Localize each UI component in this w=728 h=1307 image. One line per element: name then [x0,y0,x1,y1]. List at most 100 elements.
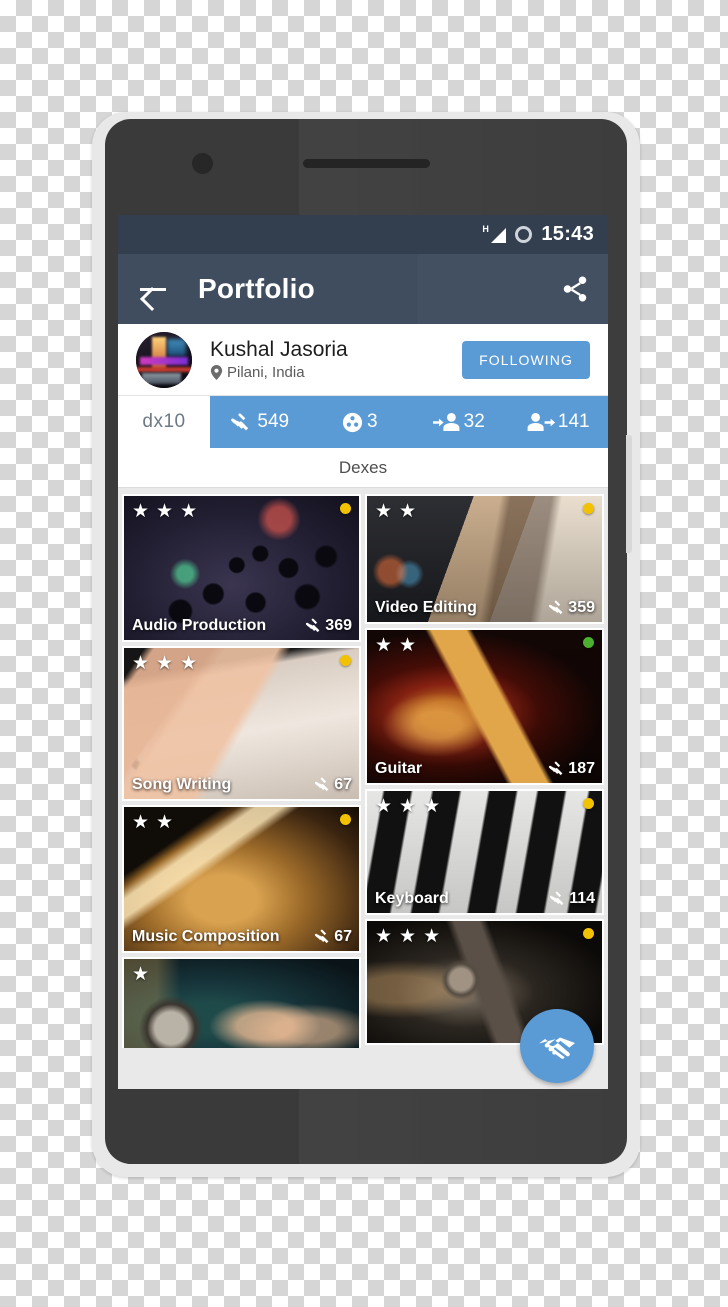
star-icon: ★ [132,812,150,833]
tab-dexes[interactable]: 3 [310,396,410,448]
star-icon: ★ [156,653,174,674]
dex-card-claps: 187 [548,759,595,778]
tab-followers[interactable]: 141 [509,396,609,448]
profile-location-label: Pilani, India [227,363,305,381]
star-icon: ★ [132,964,150,985]
dex-status-badge [583,928,594,939]
person-add-in-icon [432,413,460,431]
dex-rating-stars: ★ ★ [132,813,173,832]
dex-card[interactable]: ★ ★ ★ Audio Production 369 [122,494,361,642]
dex-card-title: Guitar [375,760,423,777]
star-icon: ★ [399,635,417,656]
dex-status-badge [583,503,594,514]
dex-rating-stars: ★ ★ ★ [132,502,197,521]
clock-label: 15:43 [541,223,594,245]
star-icon: ★ [156,812,174,833]
dex-rating-stars: ★ [132,965,149,984]
profile-name: Kushal Jasoria [210,337,348,361]
followers-count: 141 [557,411,590,432]
dex-status-badge [583,637,594,648]
dex-grid-column-right: ★ ★ Video Editing 359 ★ ★ Guitar 187 ★ ★ ★ Keyboard… [365,494,604,1048]
dex-card-claps: 359 [548,598,595,617]
dex-rating-stars: ★ ★ ★ [132,654,197,673]
dex-card-claps: 67 [314,775,352,794]
star-icon: ★ [375,926,393,947]
dex-grid: ★ ★ ★ Audio Production 369 ★ ★ ★ Song Writing 67 ★… [118,488,608,1048]
dex-card-title: Music Composition [132,928,280,945]
star-icon: ★ [180,501,198,522]
dex-card-claps: 114 [549,889,595,908]
dex-grid-column-left: ★ ★ ★ Audio Production 369 ★ ★ ★ Song Writing 67 ★… [122,494,361,1048]
dex-card-claps: 369 [305,616,352,635]
section-label: Dexes [338,457,388,477]
dex-rating-stars: ★ ★ [375,502,416,521]
star-icon: ★ [156,501,174,522]
dexes-count: 3 [366,411,378,432]
section-header: Dexes [118,448,608,488]
clap-icon [315,929,329,944]
clap-count-label: 114 [569,889,595,907]
star-icon: ★ [375,501,393,522]
app-bar: Portfolio [118,254,608,324]
person-arrow-out-icon [527,413,555,431]
clap-count-label: 187 [568,759,595,777]
star-icon: ★ [180,653,198,674]
dex-card[interactable]: ★ ★ Music Composition 67 [122,805,361,953]
level-label: dx10 [142,411,186,432]
clap-count-label: 67 [334,927,352,945]
dex-reel-icon [342,412,363,432]
dex-card[interactable]: ★ [122,957,361,1048]
dex-card[interactable]: ★ ★ ★ Song Writing 67 [122,646,361,801]
clap-count-label: 369 [325,616,352,634]
stats-tab-bar: dx10 549 3 32 141 [118,396,608,448]
back-arrow-icon[interactable] [136,272,170,306]
dex-card[interactable]: ★ ★ Guitar 187 [365,628,604,785]
star-icon: ★ [132,501,150,522]
clap-icon [231,413,249,431]
star-icon: ★ [132,653,150,674]
dex-card[interactable]: ★ ★ ★ Keyboard 114 [365,789,604,915]
clap-icon [315,777,329,792]
star-icon: ★ [423,926,441,947]
battery-ring-icon [515,226,533,243]
star-icon: ★ [399,926,417,947]
location-pin-icon [210,365,223,380]
dex-card-title: Audio Production [132,617,267,634]
tab-following[interactable]: 32 [409,396,509,448]
dex-card-image [124,959,359,1048]
dex-status-badge [340,814,351,825]
dex-rating-stars: ★ ★ [375,636,416,655]
share-icon[interactable] [560,274,590,304]
dex-status-badge [340,655,351,666]
dex-card[interactable]: ★ ★ Video Editing 359 [365,494,604,624]
profile-header: Kushal Jasoria Pilani, India FOLLOWING [118,324,608,396]
dex-rating-stars: ★ ★ ★ [375,927,440,946]
power-button[interactable] [626,435,632,553]
profile-location-row: Pilani, India [210,363,348,383]
front-camera-icon [192,153,213,174]
clap-icon [549,761,563,776]
tab-level[interactable]: dx10 [118,396,210,448]
dex-card-title: Video Editing [375,599,477,616]
clap-count-label: 359 [568,598,595,616]
collaborate-fab-button[interactable] [520,1009,594,1083]
following-button[interactable]: FOLLOWING [462,340,590,379]
handshake-icon [539,1037,575,1059]
star-icon: ★ [375,635,393,656]
star-icon: ★ [399,501,417,522]
claps-count: 549 [257,411,290,432]
avatar[interactable] [136,331,192,388]
page-title: Portfolio [198,273,315,304]
phone-screen: H 15:43 Portfolio Kushal Jasoria Pilani,… [118,215,608,1089]
tab-claps[interactable]: 549 [210,396,310,448]
dex-status-badge [340,503,351,514]
star-icon: ★ [375,796,393,817]
profile-text-block: Kushal Jasoria Pilani, India [210,337,348,383]
star-icon: ★ [399,796,417,817]
clap-icon [550,891,564,906]
clap-icon [549,600,563,615]
signal-strength-icon: H [482,224,507,245]
signal-triangle-icon [491,227,507,243]
star-icon: ★ [423,796,441,817]
status-bar: H 15:43 [118,215,608,254]
